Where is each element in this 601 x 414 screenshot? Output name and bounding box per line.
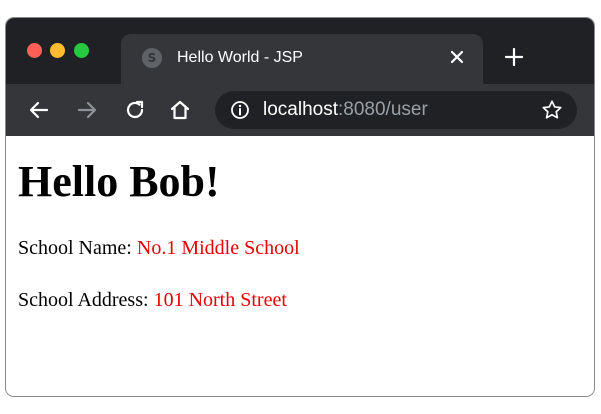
tab-hello-world[interactable]: S Hello World - JSP	[121, 34, 483, 84]
school-address-label: School Address:	[18, 289, 154, 311]
url-text[interactable]: localhost:8080/user	[263, 99, 428, 121]
tab-title: Hello World - JSP	[177, 49, 303, 66]
browser-toolbar: localhost:8080/user	[6, 84, 594, 136]
school-name-line: School Name: No.1 Middle School	[18, 236, 300, 260]
plus-icon[interactable]	[503, 46, 525, 68]
school-address-line: School Address: 101 North Street	[18, 288, 287, 312]
minimize-window-button[interactable]	[50, 43, 65, 58]
school-name-value: No.1 Middle School	[136, 237, 300, 259]
star-icon[interactable]	[541, 99, 563, 121]
reload-icon[interactable]	[123, 98, 147, 122]
school-name-label: School Name:	[18, 237, 137, 259]
url-path: :8080/user	[338, 99, 428, 120]
home-icon[interactable]	[168, 98, 192, 122]
browser-window: S Hello World - JSP localhost:8080/user …	[5, 17, 595, 397]
school-address-value: 101 North Street	[153, 289, 287, 311]
info-icon[interactable]	[230, 100, 250, 120]
forward-arrow-icon[interactable]	[75, 98, 99, 122]
globe-icon: S	[142, 48, 162, 68]
back-arrow-icon[interactable]	[27, 98, 51, 122]
zoom-window-button[interactable]	[74, 43, 89, 58]
close-window-button[interactable]	[27, 43, 42, 58]
close-icon[interactable]	[445, 45, 469, 69]
page-heading: Hello Bob!	[18, 157, 220, 206]
page-content: Hello Bob! School Name: No.1 Middle Scho…	[6, 136, 594, 396]
address-bar[interactable]: localhost:8080/user	[215, 91, 577, 129]
tab-bar: S Hello World - JSP	[6, 18, 594, 84]
url-host: localhost	[263, 99, 338, 120]
